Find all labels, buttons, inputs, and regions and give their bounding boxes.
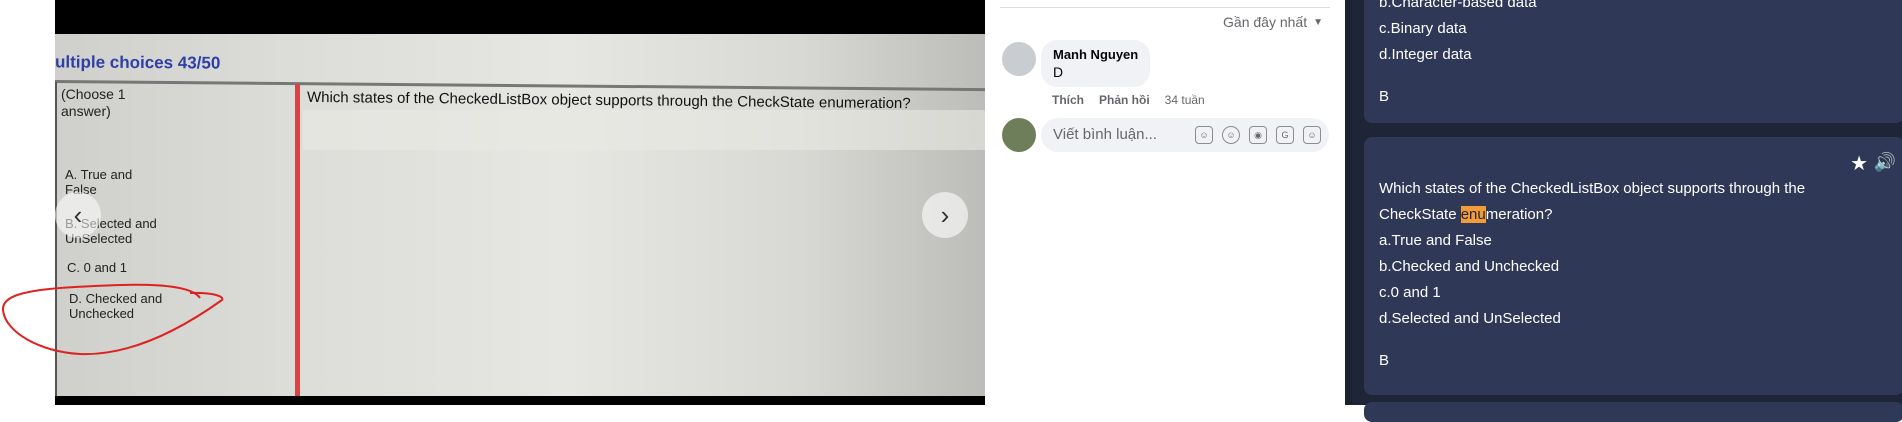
option-line: d.Integer data [1379, 46, 1472, 63]
reply-link[interactable]: Phản hồi [1099, 93, 1150, 107]
comment-input-placeholder: Viết bình luận... [1053, 126, 1157, 143]
comment-actions: Thích Phản hồi 34 tuần [1052, 93, 1205, 107]
comment-input[interactable]: Viết bình luận... ☺ ☺ ◉ G ☺ [1041, 118, 1329, 152]
comments-panel: Gần đây nhất ▼ Manh Nguyen D Thích Phản … [1000, 0, 1335, 405]
emoji-icon[interactable]: ☺ [1222, 126, 1240, 144]
comment-time[interactable]: 34 tuần [1165, 93, 1205, 107]
panel-divider [1345, 0, 1352, 405]
next-photo-button[interactable]: › [922, 192, 968, 238]
quiz-card-next [1364, 402, 1902, 422]
question-line-2: CheckState enumeration? [1379, 206, 1552, 223]
current-user-avatar[interactable] [1002, 118, 1036, 152]
comment-text: D [1053, 64, 1064, 80]
speaker-icon[interactable]: 🔊 [1874, 152, 1896, 173]
gif-icon[interactable]: G [1276, 126, 1294, 144]
quiz-panel: b.Character-based data c.Binary data d.I… [1352, 0, 1902, 422]
photo-red-margin [295, 84, 300, 396]
option-line: b.Checked and Unchecked [1379, 258, 1560, 275]
option-line: d.Selected and UnSelected [1379, 310, 1561, 327]
comments-divider [1000, 7, 1330, 8]
avatar[interactable] [1002, 42, 1036, 76]
caret-down-icon: ▼ [1313, 16, 1323, 28]
question-line-1: Which states of the CheckedListBox objec… [1379, 180, 1806, 197]
sticker-icon[interactable]: ☺ [1303, 126, 1321, 144]
sort-label: Gần đây nhất [1223, 14, 1308, 30]
photo-question-box [303, 110, 985, 150]
photo-question: Which states of the CheckedListBox objec… [306, 88, 911, 113]
question-text-post: meration? [1485, 206, 1553, 223]
option-line: c.Binary data [1379, 20, 1467, 37]
like-link[interactable]: Thích [1052, 93, 1084, 107]
option-line: a.True and False [1379, 232, 1492, 249]
answer-text: B [1379, 88, 1390, 105]
question-text-pre: CheckState [1379, 206, 1461, 223]
camera-icon[interactable]: ◉ [1249, 126, 1267, 144]
option-line: c.0 and 1 [1379, 284, 1441, 301]
sort-dropdown[interactable]: Gần đây nhất ▼ [1223, 14, 1323, 30]
comment-bubble: Manh Nguyen D [1041, 40, 1151, 87]
red-circle-annotation [1, 283, 224, 356]
quiz-card-current: ★ 🔊 Which states of the CheckedListBox o… [1364, 137, 1902, 395]
option-line: b.Character-based data [1379, 0, 1537, 11]
comment-tools: ☺ ☺ ◉ G ☺ [1195, 126, 1321, 144]
chevron-right-icon: › [940, 199, 950, 230]
quiz-card: b.Character-based data c.Binary data d.I… [1364, 0, 1902, 123]
comment-author[interactable]: Manh Nguyen [1053, 47, 1138, 62]
star-icon[interactable]: ★ [1850, 151, 1868, 176]
highlighted-text: enu [1460, 206, 1486, 223]
avatar-sticker-icon[interactable]: ☺ [1195, 126, 1213, 144]
answer-text: B [1379, 352, 1390, 369]
